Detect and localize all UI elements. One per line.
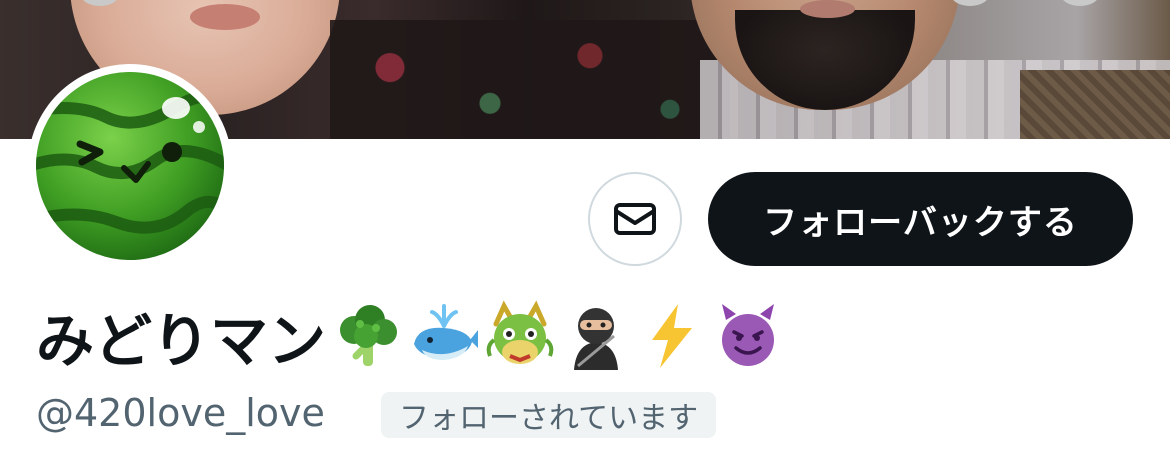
spouting-whale-icon xyxy=(414,304,479,360)
follow-back-button[interactable]: フォローバックする xyxy=(708,172,1133,266)
display-name-text: みどりマン xyxy=(36,307,327,375)
dragon-face-icon xyxy=(486,300,554,364)
smiling-face-with-horns-icon xyxy=(722,304,775,366)
high-voltage-icon xyxy=(652,304,693,368)
follows-you-badge: フォローされています xyxy=(381,392,717,438)
message-button[interactable] xyxy=(588,172,682,266)
profile-display-name: みどりマン xyxy=(36,296,784,376)
watermelon-avatar-icon xyxy=(36,72,224,260)
envelope-icon xyxy=(614,203,656,235)
banner-photo-floral-shirt xyxy=(330,20,730,139)
broccoli-icon xyxy=(340,305,398,366)
display-name-emojis xyxy=(332,300,784,372)
ninja-icon xyxy=(574,308,619,370)
profile-handle: @420love_love xyxy=(36,391,325,435)
avatar[interactable] xyxy=(36,72,224,260)
